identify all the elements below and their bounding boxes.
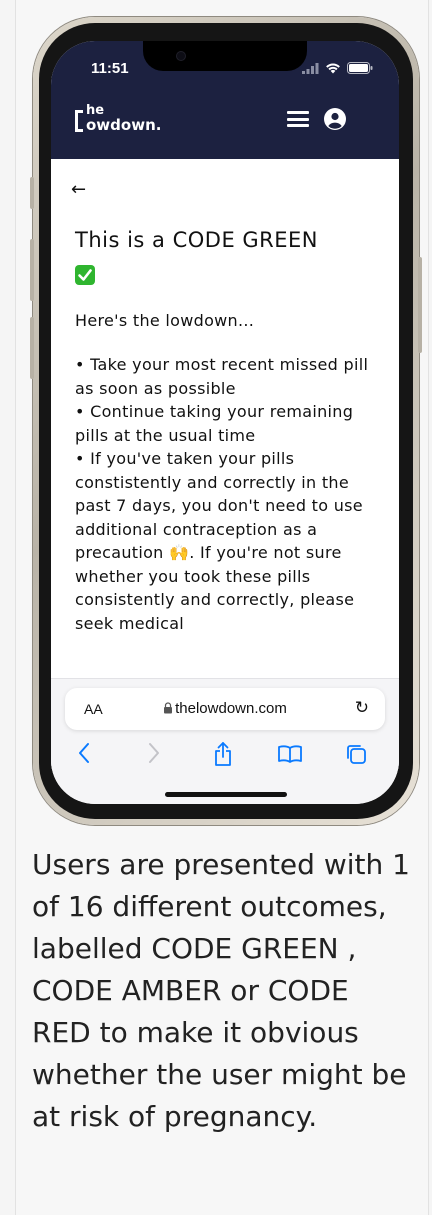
status-time: 11:51	[91, 60, 129, 77]
intro-text: Here's the lowdown...	[75, 311, 255, 330]
page-title-text: This is a CODE GREEN	[75, 228, 318, 252]
advice-item: • Continue taking your remaining pills a…	[75, 402, 354, 445]
home-indicator	[165, 792, 287, 797]
signal-icon	[302, 62, 319, 74]
description-caption: Users are presented with 1 of 16 differe…	[32, 848, 410, 1133]
hamburger-menu-icon[interactable]	[287, 111, 309, 127]
address-bar[interactable]: AA thelowdown.com ↻	[65, 688, 385, 730]
tabs-icon[interactable]	[345, 743, 367, 765]
reload-icon[interactable]: ↻	[355, 698, 369, 718]
status-icons	[302, 62, 373, 74]
logo-bottom-text: owdown.	[86, 116, 162, 134]
app-logo[interactable]: he owdown.	[75, 104, 162, 134]
url-text: thelowdown.com	[175, 700, 287, 717]
lock-icon	[164, 702, 173, 714]
url-display[interactable]: thelowdown.com	[65, 700, 385, 717]
browser-toolbar	[51, 741, 399, 767]
forward-icon[interactable]	[147, 741, 161, 765]
advice-item: • Take your most recent missed pill as s…	[75, 355, 369, 398]
volume-down-button	[30, 317, 34, 379]
share-icon[interactable]	[213, 741, 233, 767]
app-header: 11:51 he owdown.	[51, 41, 399, 159]
browser-bottom-bar: AA thelowdown.com ↻	[51, 679, 399, 804]
camera-icon	[177, 52, 185, 60]
user-account-icon[interactable]	[323, 107, 347, 135]
mute-switch	[30, 177, 34, 209]
back-arrow-button[interactable]: ←	[71, 179, 86, 200]
logo-bracket-icon	[75, 110, 83, 132]
phone-mockup: 11:51 he owdown. ← This is a CODE GREEN …	[30, 17, 422, 825]
power-button	[418, 257, 422, 353]
bookmarks-icon[interactable]	[277, 744, 303, 764]
page-content: ← This is a CODE GREEN Here's the lowdow…	[51, 159, 399, 719]
notch	[143, 41, 307, 71]
volume-up-button	[30, 239, 34, 301]
wifi-icon	[326, 63, 340, 74]
back-icon[interactable]	[77, 741, 91, 765]
advice-list: • Take your most recent missed pill as s…	[75, 353, 377, 635]
battery-icon	[347, 62, 373, 74]
phone-screen: 11:51 he owdown. ← This is a CODE GREEN …	[51, 41, 399, 804]
check-mark-icon	[75, 265, 95, 285]
page-title: This is a CODE GREEN	[75, 223, 375, 291]
advice-item: • If you've taken your pills constistent…	[75, 449, 363, 633]
